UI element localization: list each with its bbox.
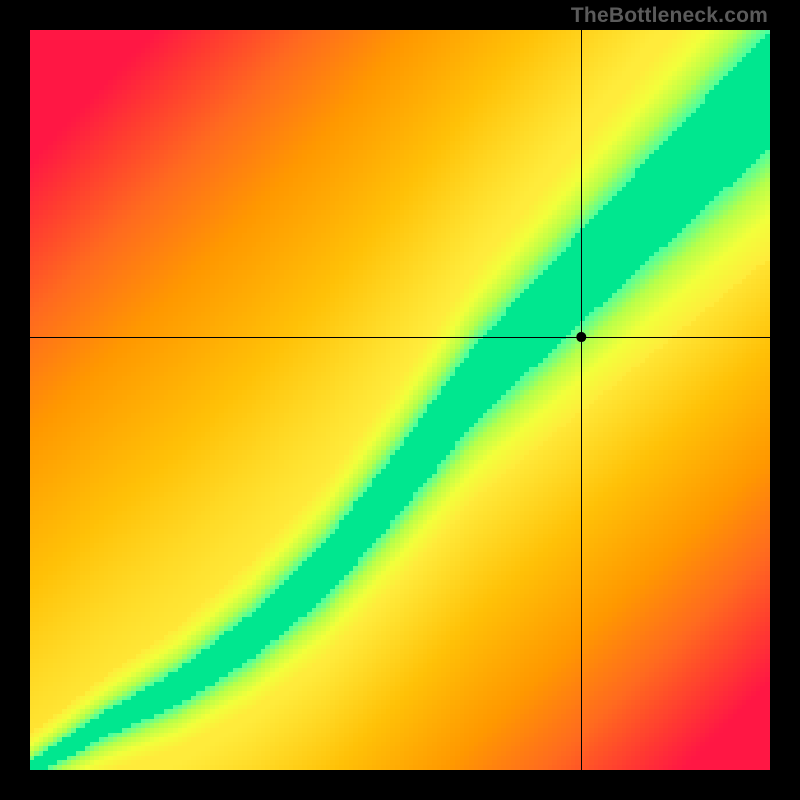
heatmap-canvas	[30, 30, 770, 770]
watermark-text: TheBottleneck.com	[571, 4, 768, 28]
heatmap-plot	[30, 30, 770, 770]
chart-container: TheBottleneck.com	[0, 0, 800, 800]
